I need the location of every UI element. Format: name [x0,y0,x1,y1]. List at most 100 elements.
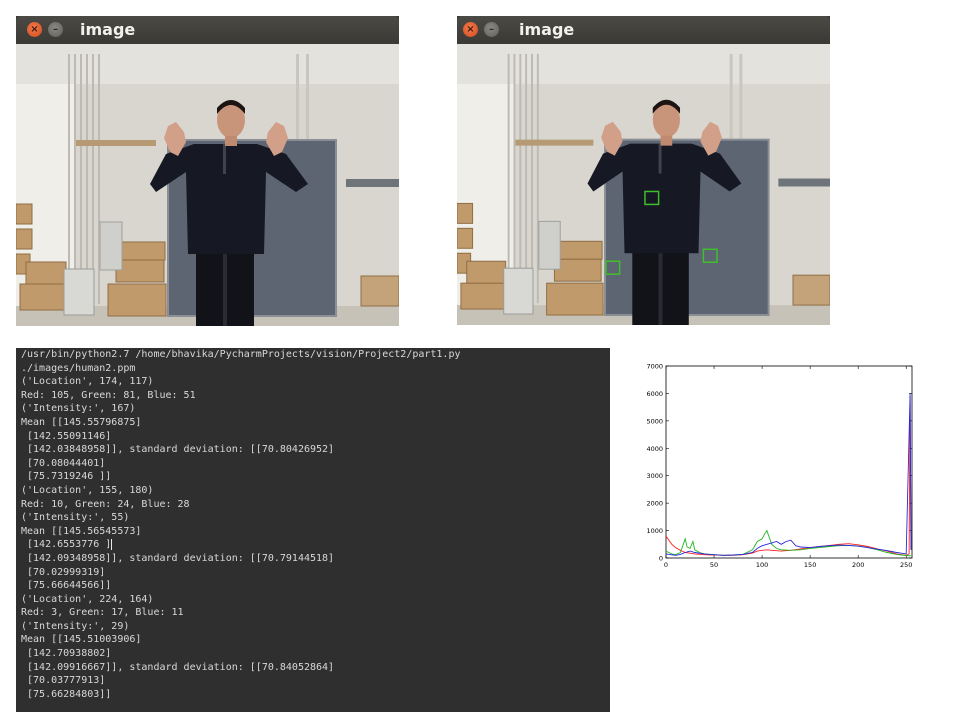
scene-box [460,282,511,310]
scene-strip [778,178,830,187]
terminal-line: ('Intensity:', 167) [21,403,136,415]
minimize-icon: – [53,24,58,35]
terminal-line: [142.55091146] [21,430,112,442]
y-tick-label: 7000 [646,363,663,371]
terminal-line: [142.09348958]], standard deviation: [[7… [21,552,335,564]
scene-ceiling [457,44,830,84]
scene-box [457,227,474,249]
scene-box [360,275,399,307]
scene-shelf [76,140,156,146]
x-tick-label: 100 [756,561,768,569]
scene-pipe [519,53,522,304]
window-title: image [80,20,136,39]
scene-box [25,261,67,285]
y-tick-label: 1000 [646,527,663,535]
person-neck [660,135,673,146]
terminal-line: [142.09916667]], standard deviation: [[7… [21,661,335,673]
terminal-line: Mean [[145.51003906] [21,634,142,646]
image-canvas[interactable] [16,44,399,326]
terminal-line: Mean [[145.55796875] [21,416,142,428]
terminal-line: [142.6553776 ] [21,538,113,551]
scene-ceiling [16,44,399,84]
scene-computer [503,267,534,315]
terminal-line: Mean [[145.56545573] [21,525,142,537]
y-tick-label: 3000 [646,472,663,480]
scene-pipe [92,54,94,304]
window-titlebar[interactable]: × – image [457,16,830,44]
minimize-button[interactable]: – [484,22,499,37]
y-tick-label: 6000 [646,390,663,398]
terminal-line: [75.66644566]] [21,580,112,592]
terminal-line: [75.7319246 ]] [21,471,112,483]
scene-box [120,241,166,261]
person-leg-gap [658,253,663,325]
close-icon: × [466,24,475,35]
person-neck [225,136,237,146]
window-title: image [519,20,575,39]
y-tick-label: 5000 [646,417,663,425]
terminal-line: [70.02999319] [21,566,106,578]
close-button[interactable]: × [463,22,478,37]
plot-area [665,365,913,559]
terminal-line: ('Location', 155, 180) [21,484,154,496]
terminal-line: ('Intensity:', 55) [21,512,130,524]
terminal-line: ./images/human2.ppm [21,362,136,374]
scene-box [457,202,474,224]
image-window-annotated: × – image [457,16,830,325]
scene-pipe [507,53,510,304]
person-zipper [658,143,662,174]
window-titlebar[interactable]: × – image [16,16,399,44]
terminal-line: Red: 10, Green: 24, Blue: 28 [21,498,190,510]
scene-pipe [525,53,528,304]
terminal-line: [70.03777913] [21,675,106,687]
terminal-line: ('Location', 174, 117) [21,376,154,388]
terminal-line: /usr/bin/python2.7 /home/bhavika/Pycharm… [21,349,461,360]
terminal-line: ('Intensity:', 29) [21,620,130,632]
terminal-output[interactable]: /usr/bin/python2.7 /home/bhavika/Pycharm… [16,348,610,712]
scene-shelf [515,139,594,146]
person-leg-gap [223,254,227,326]
scene-box [558,240,603,260]
x-tick-label: 200 [852,561,864,569]
terminal-line: [75.66284803]] [21,688,112,700]
minimize-icon: – [489,24,494,35]
scene-computer [63,268,95,316]
scene-box [115,259,165,283]
close-button[interactable]: × [27,22,42,37]
scene-pipe [74,54,76,304]
x-tick-label: 250 [900,561,912,569]
x-tick-label: 0 [664,561,668,569]
scene-pipe [513,53,516,304]
terminal-line: Red: 3, Green: 17, Blue: 11 [21,607,184,619]
scene-box [553,258,602,282]
scene-monitor [538,220,561,270]
image-canvas[interactable] [457,44,830,325]
close-icon: × [30,24,39,35]
scene-pipe [86,54,88,304]
scene-pipe [68,54,70,304]
scene-photo [16,44,399,326]
text-cursor [111,538,113,550]
rgb-histogram-chart: 0 1000 2000 3000 4000 5000 6000 7000 0 50 100 150 20… [646,363,913,570]
scene-box [16,203,33,225]
scene-box [107,283,167,317]
scene-strip [346,179,399,187]
terminal-line: Red: 105, Green: 81, Blue: 51 [21,389,196,401]
terminal-line: ('Location', 224, 164) [21,593,154,605]
scene-box [466,260,507,284]
scene-pipe [531,53,533,304]
x-tick-label: 50 [710,561,718,569]
y-tick-label: 4000 [646,445,663,453]
minimize-button[interactable]: – [48,22,63,37]
scene-photo [457,44,830,325]
scene-box [792,274,830,306]
y-tick-label: 2000 [646,500,663,508]
y-tick-label: 0 [659,555,663,563]
terminal-line: [142.70938802] [21,648,112,660]
terminal-line: [70.08044401] [21,457,106,469]
person-zipper [223,144,226,174]
scene-box [546,282,604,316]
x-tick-label: 150 [804,561,816,569]
scene-monitor [99,221,123,271]
scene-pipe [80,54,82,304]
